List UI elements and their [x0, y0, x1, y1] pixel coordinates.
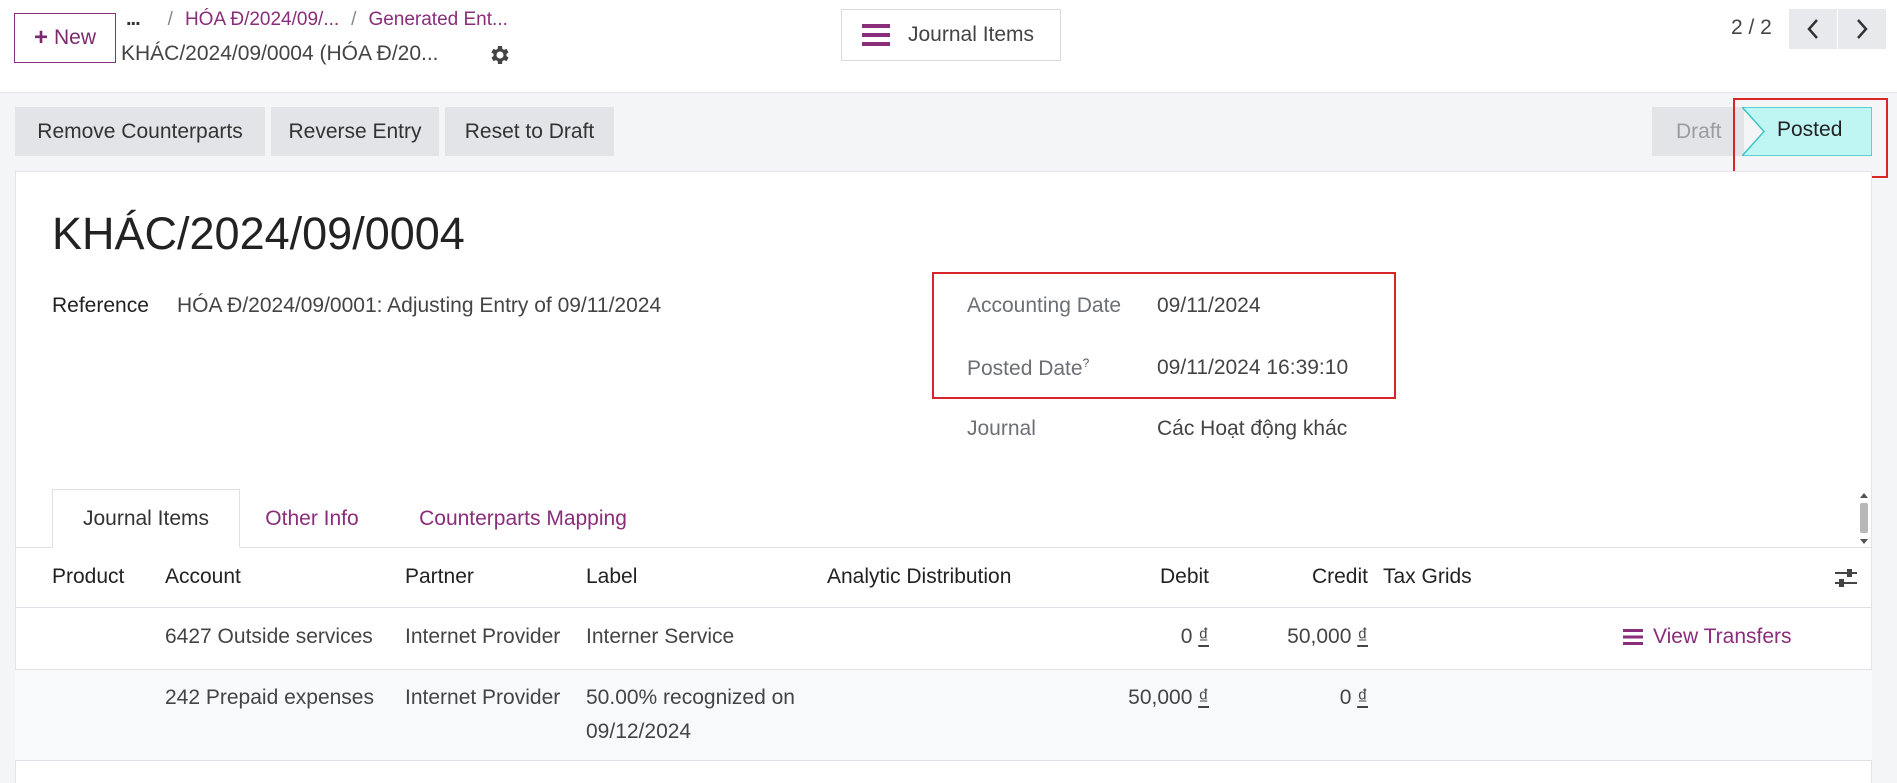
cell-credit: 0 ₫	[1219, 686, 1368, 710]
journal-value: Các Hoạt động khác	[1157, 417, 1348, 440]
highlight-box-status	[1733, 98, 1888, 178]
chevron-right-icon	[1857, 19, 1868, 39]
control-panel: + New ... / HÓA Đ/2024/09/... / Generate…	[0, 0, 1897, 93]
tab-scrollbar[interactable]	[1857, 491, 1871, 547]
column-header-tax-grids[interactable]: Tax Grids	[1383, 565, 1472, 589]
column-header-product[interactable]: Product	[52, 565, 124, 589]
record-title: KHÁC/2024/09/0004 (HÓA Đ/20...	[121, 42, 439, 65]
journal-label: Journal	[967, 417, 1036, 440]
currency-symbol: ₫	[1357, 686, 1368, 709]
debit-amount: 50,000	[1128, 686, 1193, 709]
column-header-partner[interactable]: Partner	[405, 565, 474, 589]
cell-partner: Internet Provider	[405, 625, 561, 648]
breadcrumb-more-icon[interactable]: ...	[126, 8, 141, 31]
view-transfers-label: View Transfers	[1653, 625, 1792, 648]
tab-counterparts-mapping[interactable]: Counterparts Mapping	[398, 489, 648, 548]
credit-amount: 0	[1339, 686, 1352, 709]
journal-items-smart-button[interactable]: Journal Items	[841, 9, 1061, 61]
breadcrumb: ... / HÓA Đ/2024/09/... / Generated Ent.…	[126, 8, 508, 31]
list-icon	[862, 24, 890, 46]
cell-label-line-2: 09/12/2024	[586, 720, 692, 743]
cell-account: 242 Prepaid expenses	[165, 686, 374, 709]
pager-next-button[interactable]	[1838, 9, 1886, 49]
pager-value[interactable]: 2 / 2	[1731, 16, 1772, 40]
remove-counterparts-button[interactable]: Remove Counterparts	[15, 107, 265, 156]
breadcrumb-separator: /	[167, 8, 173, 30]
column-header-debit[interactable]: Debit	[1100, 565, 1209, 589]
new-button[interactable]: + New	[14, 13, 116, 63]
tab-journal-items[interactable]: Journal Items	[52, 489, 240, 548]
currency-symbol: ₫	[1198, 686, 1209, 709]
status-draft[interactable]: Draft	[1652, 107, 1744, 156]
cell-debit: 0 ₫	[1060, 625, 1209, 649]
list-icon	[1623, 629, 1643, 645]
tab-other-info[interactable]: Other Info	[247, 489, 377, 548]
cell-debit: 50,000 ₫	[1060, 686, 1209, 710]
reverse-entry-button[interactable]: Reverse Entry	[271, 107, 439, 156]
breadcrumb-item-generated-entries[interactable]: Generated Ent...	[368, 9, 507, 31]
breadcrumb-separator: /	[351, 8, 357, 30]
cell-label: Interner Service	[586, 625, 735, 648]
column-header-analytic-distribution[interactable]: Analytic Distribution	[827, 565, 1011, 589]
credit-amount: 50,000	[1287, 625, 1352, 648]
column-header-credit[interactable]: Credit	[1260, 565, 1368, 589]
reset-to-draft-button[interactable]: Reset to Draft	[445, 107, 614, 156]
breadcrumb-item-invoice[interactable]: HÓA Đ/2024/09/...	[185, 9, 339, 31]
currency-symbol: ₫	[1357, 625, 1368, 648]
column-settings-icon[interactable]	[1833, 565, 1859, 591]
view-transfers-button[interactable]: View Transfers	[1623, 625, 1792, 649]
highlight-box-dates	[932, 272, 1396, 399]
reference-label: Reference	[52, 294, 149, 317]
cell-account: 6427 Outside services	[165, 625, 373, 648]
plus-icon: +	[33, 24, 48, 51]
currency-symbol: ₫	[1198, 625, 1209, 648]
row-divider	[15, 760, 1872, 761]
table-row-background	[15, 670, 1872, 760]
journal-items-smart-button-label: Journal Items	[908, 23, 1035, 46]
chevron-left-icon	[1807, 19, 1818, 39]
table-header-divider	[15, 607, 1872, 608]
column-header-label[interactable]: Label	[586, 565, 637, 589]
cell-credit: 50,000 ₫	[1219, 625, 1368, 649]
debit-amount: 0	[1180, 625, 1193, 648]
entry-title: KHÁC/2024/09/0004	[52, 208, 465, 259]
column-header-account[interactable]: Account	[165, 565, 241, 589]
cell-partner: Internet Provider	[405, 686, 561, 709]
reference-value: HÓA Đ/2024/09/0001: Adjusting Entry of 0…	[177, 294, 662, 317]
cell-label-line-1: 50.00% recognized on	[586, 686, 795, 709]
new-button-label: New	[54, 26, 97, 49]
pager-previous-button[interactable]	[1789, 9, 1837, 49]
gear-icon[interactable]	[487, 43, 511, 67]
